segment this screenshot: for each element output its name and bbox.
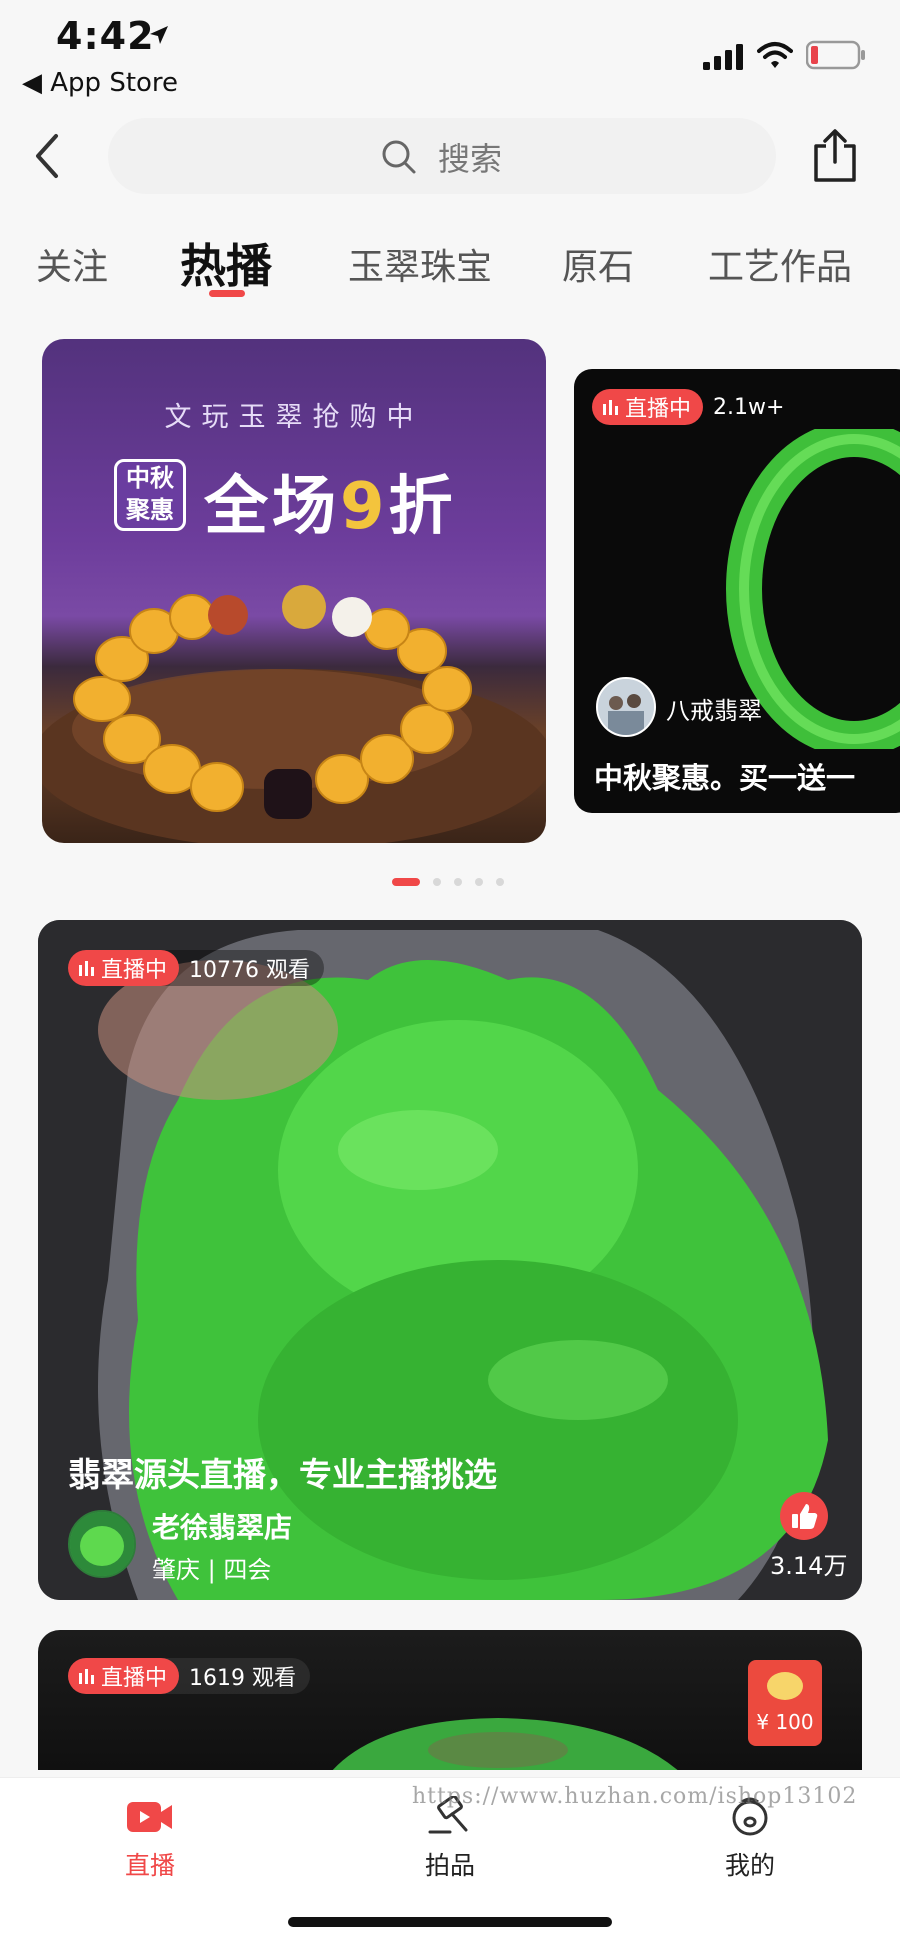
search-placeholder: 搜索 (438, 140, 503, 178)
live-bars-icon (603, 400, 618, 415)
live-preview-card[interactable]: 直播中 2.1w+ 八戒翡翠 中秋聚惠。买一送一 (574, 369, 900, 813)
active-tab-indicator (209, 290, 245, 297)
live-label: 直播中 (101, 1666, 168, 1691)
tab-follow[interactable]: 关注 (36, 238, 108, 290)
tab-raw-stone[interactable]: 原石 (562, 238, 634, 290)
carousel-dot (392, 878, 420, 886)
home-indicator[interactable] (288, 1917, 612, 1927)
headline-number: 9 (340, 470, 389, 544)
live-video-icon (127, 1802, 172, 1832)
bracelet-image (42, 585, 546, 843)
live-status: 直播中 1619 观看 (68, 1658, 310, 1694)
thumbs-up-icon (792, 1504, 818, 1529)
jade-avatar-icon (70, 1512, 134, 1576)
wifi-icon (757, 42, 793, 68)
carousel-dot (496, 878, 504, 886)
carousel-indicator (392, 878, 517, 886)
carousel-dot (454, 878, 462, 886)
live-badge: 直播中 (592, 389, 704, 425)
jade-buddha-image (38, 920, 862, 1600)
live-label: 直播中 (101, 958, 168, 983)
avatar[interactable] (596, 677, 656, 737)
shop-location: 肇庆 | 四会 (152, 1556, 272, 1584)
live-stream-card[interactable]: 直播中 1619 观看 ¥ 100 (38, 1630, 862, 1770)
live-stream-card[interactable]: 直播中 10776 观看 翡翠源头直播，专业主播挑选 老徐翡翠店 肇庆 | 四会… (38, 920, 862, 1600)
tab-jade-jewelry[interactable]: 玉翠珠宝 (348, 238, 492, 290)
banner-tag: 中秋聚惠 (114, 459, 186, 531)
jade-carving-image (332, 1718, 678, 1770)
search-bar[interactable]: 搜索 (108, 118, 776, 194)
tab-crafts[interactable]: 工艺作品 (708, 238, 852, 290)
red-packet-icon (767, 1672, 803, 1700)
signal-icon (703, 44, 743, 70)
live-badge: 直播中 (68, 950, 180, 986)
live-bars-icon (79, 961, 94, 976)
nav-live-label: 直播 (124, 1851, 175, 1880)
share-icon[interactable] (808, 128, 862, 184)
stream-title: 中秋聚惠。买一送一 (594, 761, 856, 795)
like-button[interactable] (780, 1492, 828, 1540)
location-arrow-icon (150, 26, 168, 44)
like-count: 3.14万 (770, 1552, 848, 1580)
red-packet-button[interactable]: ¥ 100 (748, 1660, 822, 1746)
nav-live[interactable]: 直播 (80, 1796, 220, 1882)
live-badge: 直播中 (68, 1658, 180, 1694)
back-chevron-icon[interactable] (28, 128, 68, 184)
nav-auction-label: 拍品 (424, 1851, 475, 1880)
watermark: https://www.huzhan.com/ishop13102 (412, 1784, 858, 1809)
viewer-count: 10776 观看 (189, 958, 310, 983)
live-status: 直播中 2.1w+ (592, 389, 784, 425)
stream-title: 翡翠源头直播，专业主播挑选 (68, 1455, 497, 1494)
shop-name: 老徐翡翠店 (152, 1511, 293, 1544)
streamer-name: 八戒翡翠 (666, 697, 762, 725)
viewer-count: 1619 观看 (189, 1666, 296, 1691)
status-time: 4:42 (56, 14, 155, 58)
live-bars-icon (79, 1669, 94, 1684)
headline-suffix: 折 (388, 470, 457, 544)
live-status: 直播中 10776 观看 (68, 950, 324, 986)
avatar[interactable] (68, 1510, 136, 1578)
battery-icon (806, 40, 865, 70)
banner-headline: 全场9折 (204, 455, 457, 547)
viewer-count: 2.1w+ (713, 394, 785, 420)
nav-profile-label: 我的 (724, 1851, 775, 1880)
banner-subtitle: 文玩玉翠抢购中 (164, 402, 424, 433)
group-photo-icon (598, 679, 654, 735)
back-to-app-store[interactable]: ◀ App Store (22, 68, 178, 98)
promo-banner[interactable]: 文玩玉翠抢购中 中秋聚惠 全场9折 (42, 339, 546, 843)
carousel-dot (433, 878, 441, 886)
red-packet-amount: ¥ 100 (756, 1710, 814, 1734)
headline-prefix: 全场 (204, 470, 340, 544)
tab-hot[interactable]: 热播 (180, 230, 272, 296)
carousel-dot (475, 878, 483, 886)
search-icon (382, 140, 416, 174)
live-label: 直播中 (625, 397, 692, 422)
